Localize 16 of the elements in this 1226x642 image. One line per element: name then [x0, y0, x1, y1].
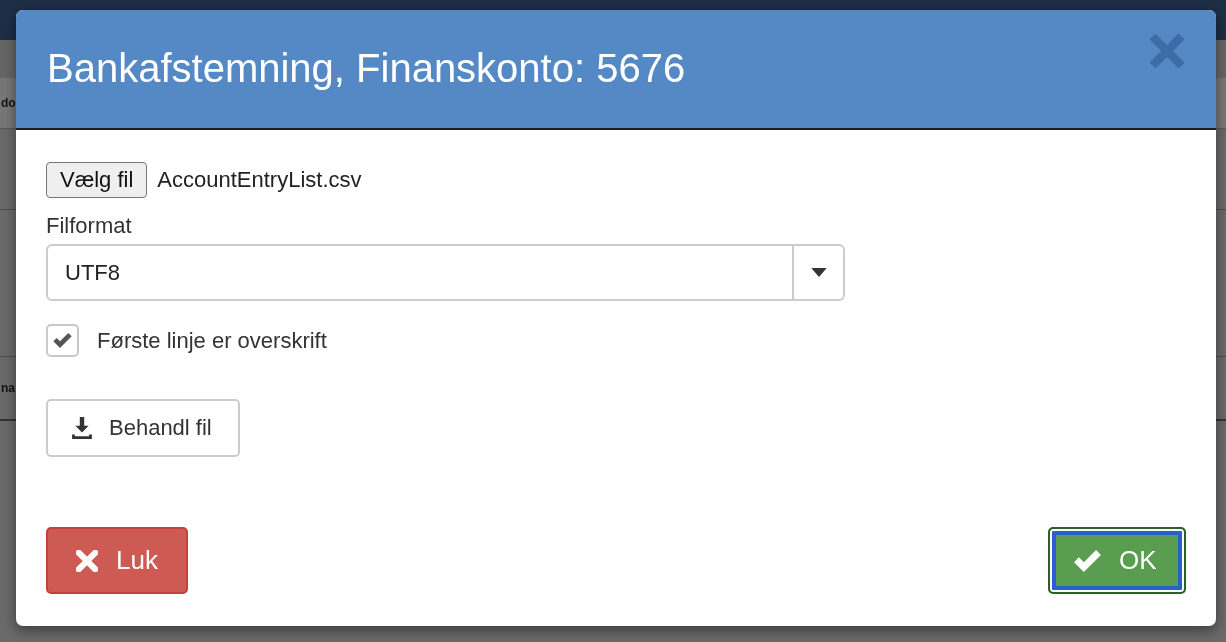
check-icon [1074, 549, 1101, 572]
process-file-button[interactable]: Behandl fil [46, 399, 240, 457]
format-label: Filformat [46, 212, 132, 240]
file-name: AccountEntryList.csv [157, 167, 362, 193]
checkbox-label: Første linje er overskrift [97, 327, 327, 354]
background-text: do [1, 96, 16, 110]
background-text: na [1, 381, 15, 395]
download-icon [72, 417, 92, 439]
choose-file-button[interactable]: Vælg fil [46, 162, 148, 198]
close-button[interactable]: Luk [46, 527, 188, 594]
caret-icon [810, 268, 827, 277]
dialog-title: Bankafstemning, Finanskonto: 5676 [47, 45, 686, 91]
check-icon [53, 333, 72, 348]
format-select[interactable]: UTF8 [46, 244, 845, 301]
cross-icon [76, 549, 98, 572]
checkbox[interactable] [46, 324, 79, 357]
